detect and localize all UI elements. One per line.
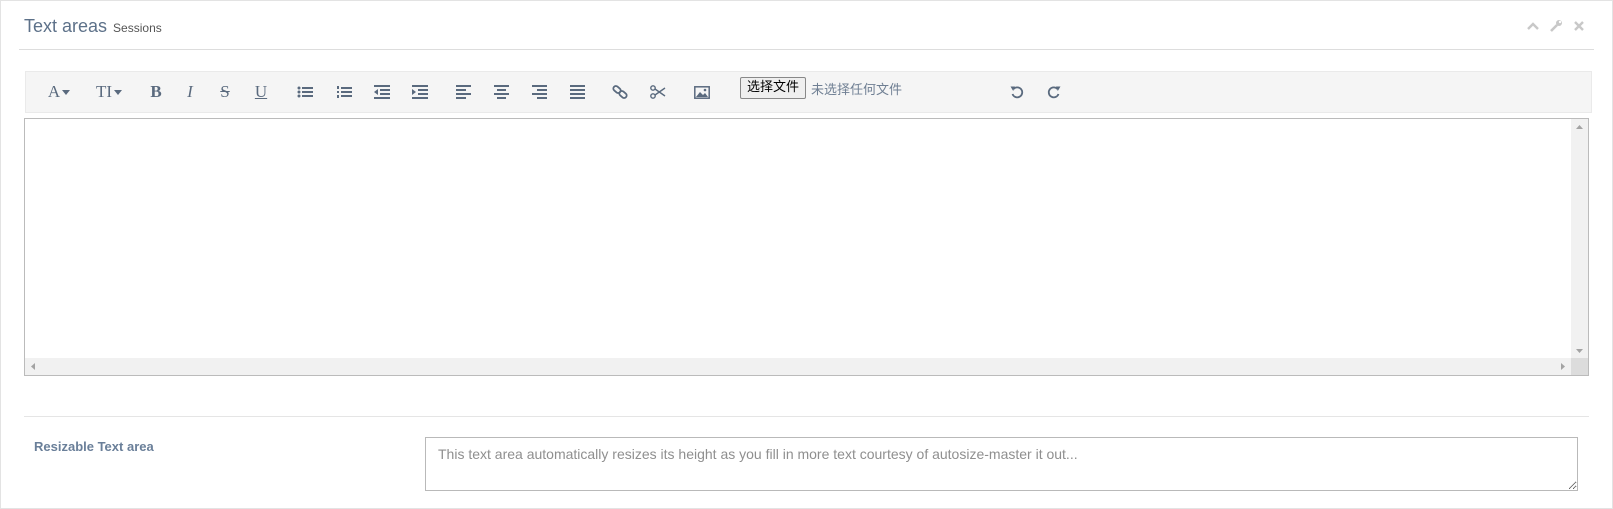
font-family-button[interactable]: A — [42, 72, 76, 112]
scroll-right-icon[interactable] — [1554, 358, 1571, 375]
undo-icon — [1010, 86, 1024, 99]
horizontal-scrollbar[interactable] — [25, 358, 1571, 375]
panel-title: Text areas Sessions — [24, 16, 162, 37]
redo-button[interactable] — [1041, 72, 1067, 112]
scroll-left-icon[interactable] — [25, 358, 42, 375]
strikethrough-icon: S — [220, 82, 230, 101]
panel-subtitle: Sessions — [113, 21, 162, 35]
undo-button[interactable] — [1004, 72, 1030, 112]
editor-content[interactable] — [25, 119, 1571, 358]
outdent-button[interactable] — [369, 72, 395, 112]
bullet-list-icon — [297, 86, 313, 98]
file-status-text: 未选择任何文件 — [811, 83, 903, 98]
section-divider — [24, 416, 1589, 417]
indent-button[interactable] — [407, 72, 433, 112]
scroll-down-icon[interactable] — [1571, 342, 1588, 359]
justify-icon — [569, 85, 585, 99]
align-center-icon — [493, 85, 509, 99]
align-right-button[interactable] — [526, 72, 552, 112]
italic-button[interactable]: I — [178, 72, 202, 112]
indent-icon — [412, 85, 428, 99]
bold-button[interactable]: B — [144, 72, 168, 112]
scroll-up-icon[interactable] — [1571, 119, 1588, 136]
resizable-textarea[interactable] — [425, 437, 1578, 491]
numbered-list-button[interactable] — [331, 72, 357, 112]
underline-icon: U — [254, 82, 268, 101]
align-left-button[interactable] — [450, 72, 476, 112]
outdent-icon — [374, 85, 390, 99]
scrollbar-corner — [1571, 358, 1588, 375]
choose-file-button[interactable]: 选择文件 — [740, 77, 807, 99]
bullet-list-button[interactable] — [292, 72, 318, 112]
strikethrough-button[interactable]: S — [213, 72, 237, 112]
panel-title-text: Text areas — [24, 16, 108, 36]
image-icon — [694, 85, 710, 99]
unlink-button[interactable] — [645, 72, 671, 112]
panel-tools — [1526, 19, 1586, 33]
collapse-icon[interactable] — [1526, 19, 1540, 33]
font-size-icon: TI — [95, 82, 113, 101]
rich-text-editor[interactable] — [24, 118, 1589, 376]
editor-toolbar: A TI B I S U — [25, 71, 1592, 113]
justify-button[interactable] — [564, 72, 590, 112]
caret-down-icon — [62, 89, 71, 95]
resizable-textarea-label: Resizable Text area — [34, 439, 154, 454]
font-size-button[interactable]: TI — [92, 72, 126, 112]
unlink-icon — [650, 85, 666, 99]
text-areas-panel: Text areas Sessions A TI B I S U 选择文件 未选… — [0, 0, 1613, 509]
align-center-button[interactable] — [488, 72, 514, 112]
link-button[interactable] — [607, 72, 633, 112]
caret-down-icon — [114, 89, 123, 95]
italic-icon: I — [187, 82, 193, 101]
align-left-icon — [455, 85, 471, 99]
numbered-list-icon — [337, 86, 352, 98]
wrench-icon[interactable] — [1549, 19, 1563, 33]
align-right-icon — [531, 85, 547, 99]
redo-icon — [1047, 86, 1061, 99]
panel-header: Text areas Sessions — [19, 1, 1594, 50]
vertical-scrollbar[interactable] — [1571, 119, 1588, 359]
font-icon: A — [47, 82, 61, 101]
insert-image-button[interactable] — [689, 72, 715, 112]
link-icon — [612, 85, 628, 99]
close-icon[interactable] — [1572, 19, 1586, 33]
underline-button[interactable]: U — [249, 72, 273, 112]
bold-icon: B — [150, 82, 162, 101]
